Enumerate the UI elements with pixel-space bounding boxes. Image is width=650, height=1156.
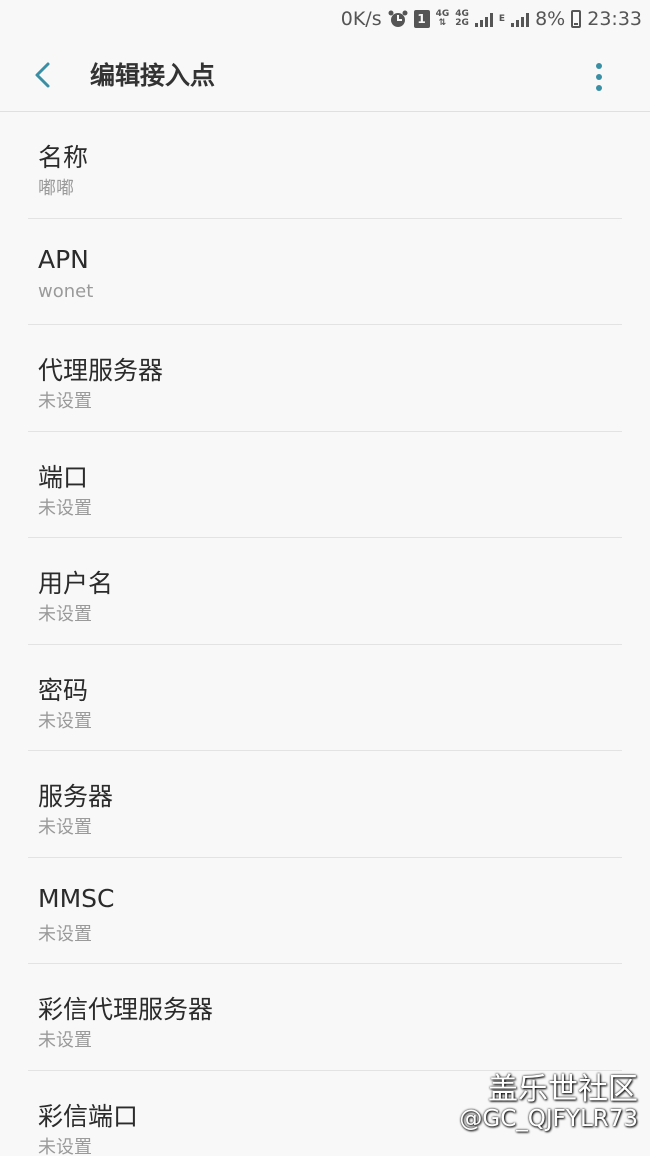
setting-label: 服务器 bbox=[38, 782, 114, 811]
setting-label: 彩信端口 bbox=[38, 1101, 139, 1131]
watermark-user: @GC_QJFYLR73 bbox=[459, 1106, 638, 1132]
screen: 0K/s 1 4G ⇅ 4G 2G E 8% 23:33 编辑接入点 名称 嘟嘟… bbox=[0, 0, 650, 1156]
setting-mms-proxy[interactable]: 彩信代理服务器 未设置 bbox=[28, 964, 622, 1071]
setting-value: 未设置 bbox=[38, 817, 92, 838]
setting-label: 代理服务器 bbox=[38, 356, 164, 385]
setting-password[interactable]: 密码 未设置 bbox=[28, 645, 622, 751]
setting-value: 未设置 bbox=[38, 497, 92, 519]
setting-value: 未设置 bbox=[38, 1136, 92, 1156]
signal-icon-1 bbox=[474, 11, 493, 27]
setting-value: wonet bbox=[38, 280, 94, 302]
sim-slot-icon: 1 bbox=[413, 10, 430, 28]
apn-settings-list: 名称 嘟嘟 APN wonet 代理服务器 未设置 端口 未设置 用户名 未设置… bbox=[0, 112, 650, 1156]
clock: 23:33 bbox=[587, 8, 642, 30]
setting-label: 彩信代理服务器 bbox=[38, 995, 214, 1024]
setting-value: 未设置 bbox=[38, 1030, 92, 1051]
setting-mmsc[interactable]: MMSC 未设置 bbox=[28, 858, 622, 964]
setting-label: 名称 bbox=[38, 143, 89, 172]
network-type-b: 4G 2G bbox=[455, 9, 469, 28]
back-arrow-icon bbox=[35, 62, 50, 88]
setting-value: 未设置 bbox=[38, 604, 92, 625]
setting-value: 嘟嘟 bbox=[38, 178, 74, 199]
setting-label: 用户名 bbox=[38, 569, 114, 598]
battery-percent: 8% bbox=[535, 8, 566, 30]
setting-server[interactable]: 服务器 未设置 bbox=[28, 751, 622, 858]
setting-label: 密码 bbox=[38, 675, 89, 705]
status-bar: 0K/s 1 4G ⇅ 4G 2G E 8% 23:33 bbox=[0, 0, 650, 38]
setting-name[interactable]: 名称 嘟嘟 bbox=[28, 112, 622, 219]
setting-port[interactable]: 端口 未设置 bbox=[28, 432, 622, 538]
network-type-c: E bbox=[498, 13, 506, 24]
setting-username[interactable]: 用户名 未设置 bbox=[28, 538, 622, 645]
watermark-site: 盖乐世社区 bbox=[488, 1072, 638, 1107]
alarm-icon bbox=[388, 9, 408, 29]
setting-proxy[interactable]: 代理服务器 未设置 bbox=[28, 325, 622, 432]
page-title: 编辑接入点 bbox=[90, 61, 216, 90]
network-type-a: 4G ⇅ bbox=[435, 9, 450, 28]
setting-value: 未设置 bbox=[38, 391, 92, 412]
setting-apn[interactable]: APN wonet bbox=[28, 219, 622, 325]
setting-label: APN bbox=[38, 244, 89, 274]
more-vert-icon bbox=[596, 63, 602, 91]
setting-label: 端口 bbox=[38, 462, 89, 492]
network-speed: 0K/s bbox=[340, 8, 382, 30]
battery-icon bbox=[571, 10, 582, 28]
app-bar: 编辑接入点 bbox=[0, 38, 650, 112]
setting-value: 未设置 bbox=[38, 923, 92, 945]
setting-value: 未设置 bbox=[38, 710, 92, 732]
more-options-button[interactable] bbox=[586, 60, 612, 94]
back-button[interactable] bbox=[28, 58, 60, 92]
setting-label: MMSC bbox=[38, 883, 115, 913]
signal-icon-2 bbox=[511, 11, 530, 27]
